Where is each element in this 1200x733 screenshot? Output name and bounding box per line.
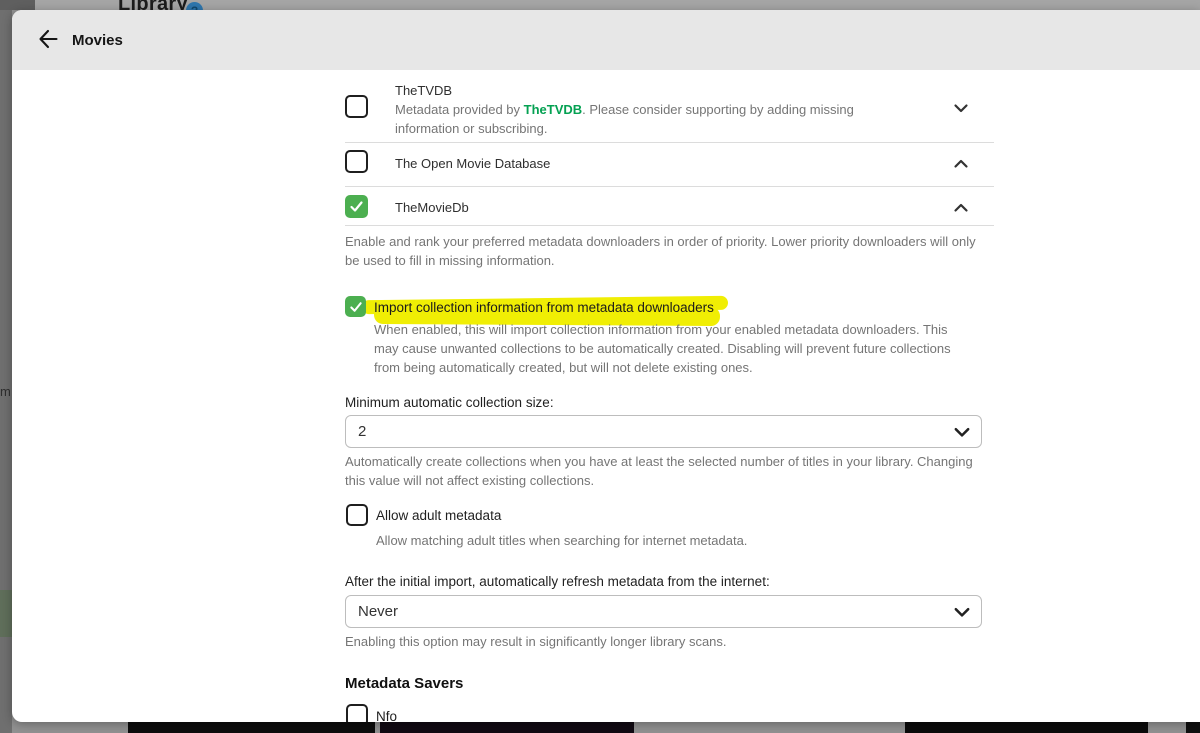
dimmed-poster [128, 722, 375, 733]
library-settings-dialog: Movies TheTVDB Metadata provided by TheT… [12, 10, 1200, 722]
dimmed-sidebar-top [0, 0, 35, 10]
arrow-left-icon [37, 28, 59, 53]
select-value: Never [346, 603, 398, 620]
tvdb-checkbox[interactable] [345, 95, 368, 118]
dimmed-background-bottom [12, 722, 1200, 733]
tmdb-label: TheMovieDb [395, 200, 469, 215]
auto-refresh-select[interactable]: Never [345, 595, 982, 628]
nfo-checkbox[interactable] [346, 704, 368, 722]
adult-metadata-checkbox[interactable] [346, 504, 368, 526]
select-value: 2 [346, 423, 366, 440]
min-collection-size-label: Minimum automatic collection size: [345, 395, 554, 410]
chevron-down-icon [953, 423, 971, 446]
omdb-checkbox[interactable] [345, 150, 368, 173]
back-button[interactable] [34, 26, 62, 54]
chevron-down-icon[interactable] [951, 98, 971, 118]
tvdb-description: Metadata provided by TheTVDB. Please con… [395, 100, 895, 138]
min-collection-size-help-text: Automatically create collections when yo… [345, 452, 993, 490]
dialog-header: Movies [12, 10, 1200, 70]
background-text-fragment: m [0, 384, 11, 399]
chevron-down-icon [953, 603, 971, 626]
metadata-savers-heading: Metadata Savers [345, 675, 463, 692]
divider [345, 142, 994, 143]
downloaders-help-text: Enable and rank your preferred metadata … [345, 232, 990, 270]
omdb-label: The Open Movie Database [395, 156, 550, 171]
chevron-up-icon[interactable] [951, 154, 971, 174]
chevron-up-icon[interactable] [951, 198, 971, 218]
dimmed-poster [380, 722, 634, 733]
tvdb-desc-pre: Metadata provided by [395, 102, 524, 117]
background-page-title: Library [118, 0, 188, 10]
adult-metadata-label: Allow adult metadata [376, 508, 501, 523]
dialog-title: Movies [72, 32, 123, 49]
check-icon [349, 300, 363, 314]
dimmed-background-left: m [0, 10, 12, 733]
dimmed-save-button [0, 590, 12, 637]
divider [345, 186, 994, 187]
tmdb-checkbox[interactable] [345, 195, 368, 218]
screen: Library ? m Movies TheTVDB Metadata prov… [0, 0, 1200, 733]
auto-refresh-label: After the initial import, automatically … [345, 574, 770, 589]
tvdb-label: TheTVDB [395, 83, 452, 98]
import-collections-help-text: When enabled, this will import collectio… [374, 320, 969, 377]
import-collections-checkbox[interactable] [345, 296, 366, 317]
dimmed-background-top: Library ? [0, 0, 1200, 10]
auto-refresh-help-text: Enabling this option may result in signi… [345, 632, 993, 651]
divider [345, 225, 994, 226]
tvdb-link[interactable]: TheTVDB [524, 102, 583, 117]
adult-metadata-help-text: Allow matching adult titles when searchi… [376, 531, 976, 550]
check-icon [349, 199, 364, 214]
help-icon: ? [186, 2, 203, 10]
dimmed-poster [1186, 722, 1200, 733]
import-collections-label: Import collection information from metad… [374, 300, 714, 315]
min-collection-size-select[interactable]: 2 [345, 415, 982, 448]
nfo-label: Nfo [376, 709, 397, 722]
dimmed-poster [905, 722, 1148, 733]
